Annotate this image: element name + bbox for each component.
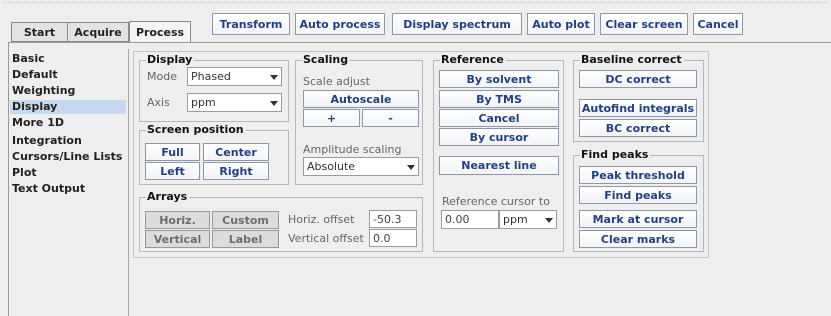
vertical-offset-input[interactable]: 0.0 xyxy=(369,229,417,247)
center-button[interactable]: Center xyxy=(203,143,269,161)
mode-label: Mode xyxy=(147,70,177,83)
chevron-down-icon xyxy=(270,100,278,106)
mode-select[interactable]: Phased xyxy=(187,67,282,86)
mode-value: Phased xyxy=(191,70,231,83)
sidebar-item-basic[interactable]: Basic xyxy=(10,52,126,66)
vertical-button[interactable]: Vertical xyxy=(145,230,210,248)
minus-button[interactable]: - xyxy=(362,109,419,127)
cancel-button[interactable]: Cancel xyxy=(693,13,743,35)
label-button[interactable]: Label xyxy=(212,230,279,248)
sidebar-item-text-output[interactable]: Text Output xyxy=(10,182,126,196)
horiz-offset-input[interactable]: -50.3 xyxy=(369,210,417,228)
horiz-offset-label: Horiz. offset xyxy=(288,213,355,226)
tab-strip xyxy=(4,2,827,3)
find-peaks-button[interactable]: Find peaks xyxy=(579,186,697,204)
custom-button[interactable]: Custom xyxy=(212,211,279,229)
tab-process[interactable]: Process xyxy=(129,21,191,43)
scaling-group-title: Scaling xyxy=(302,53,351,66)
axis-value: ppm xyxy=(191,96,216,109)
sidebar-item-integration[interactable]: Integration xyxy=(10,134,126,148)
sidebar-item-cursors-line-lists[interactable]: Cursors/Line Lists xyxy=(10,150,126,164)
horiz-button[interactable]: Horiz. xyxy=(145,211,210,229)
auto-plot-button[interactable]: Auto plot xyxy=(527,13,595,35)
autoscale-button[interactable]: Autoscale xyxy=(303,90,419,108)
reference-cursor-input[interactable]: 0.00 xyxy=(441,210,499,229)
chevron-down-icon xyxy=(270,74,278,80)
chevron-down-icon xyxy=(407,164,415,170)
amplitude-scaling-value: Absolute xyxy=(307,160,356,173)
nearest-line-button[interactable]: Nearest line xyxy=(439,156,559,175)
display-group-title: Display xyxy=(146,53,195,66)
sidebar-item-default[interactable]: Default xyxy=(10,68,126,82)
clear-marks-button[interactable]: Clear marks xyxy=(579,230,697,248)
auto-process-button[interactable]: Auto process xyxy=(295,13,385,35)
plus-button[interactable]: + xyxy=(303,109,360,127)
autofind-integrals-button[interactable]: Autofind integrals xyxy=(579,99,697,117)
vertical-offset-label: Vertical offset xyxy=(288,232,364,245)
by-tms-button[interactable]: By TMS xyxy=(439,90,559,108)
find-peaks-group-title: Find peaks xyxy=(580,148,651,161)
scale-adjust-label: Scale adjust xyxy=(303,75,370,88)
left-button[interactable]: Left xyxy=(145,162,200,180)
tab-start[interactable]: Start xyxy=(11,22,68,42)
amplitude-scaling-label: Amplitude scaling xyxy=(303,143,402,156)
mark-at-cursor-button[interactable]: Mark at cursor xyxy=(579,210,697,228)
peak-threshold-button[interactable]: Peak threshold xyxy=(579,166,697,184)
dc-correct-button[interactable]: DC correct xyxy=(579,70,697,88)
tab-acquire[interactable]: Acquire xyxy=(67,22,129,42)
reference-unit-value: ppm xyxy=(503,213,528,226)
arrays-group-title: Arrays xyxy=(146,190,190,203)
reference-group-title: Reference xyxy=(440,53,506,66)
screen-position-group-title: Screen position xyxy=(146,123,246,136)
axis-label: Axis xyxy=(147,96,170,109)
full-button[interactable]: Full xyxy=(145,143,200,161)
clear-screen-button[interactable]: Clear screen xyxy=(600,13,688,35)
baseline-correct-group-title: Baseline correct xyxy=(580,53,684,66)
chevron-down-icon xyxy=(545,217,553,223)
by-solvent-button[interactable]: By solvent xyxy=(439,70,559,88)
by-cursor-button[interactable]: By cursor xyxy=(439,128,559,146)
amplitude-scaling-select[interactable]: Absolute xyxy=(303,157,419,176)
transform-button[interactable]: Transform xyxy=(212,13,290,35)
display-spectrum-button[interactable]: Display spectrum xyxy=(392,13,522,35)
reference-cursor-to-label: Reference cursor to xyxy=(442,195,550,208)
sidebar-item-more-1d[interactable]: More 1D xyxy=(10,116,126,130)
reference-unit-select[interactable]: ppm xyxy=(499,210,557,229)
sidebar-item-display[interactable]: Display xyxy=(10,100,126,114)
axis-select[interactable]: ppm xyxy=(187,93,282,112)
reference-cancel-button[interactable]: Cancel xyxy=(439,109,559,127)
sidebar-item-weighting[interactable]: Weighting xyxy=(10,84,126,98)
sidebar-item-plot[interactable]: Plot xyxy=(10,166,126,180)
right-button[interactable]: Right xyxy=(203,162,269,180)
bc-correct-button[interactable]: BC correct xyxy=(579,119,697,137)
